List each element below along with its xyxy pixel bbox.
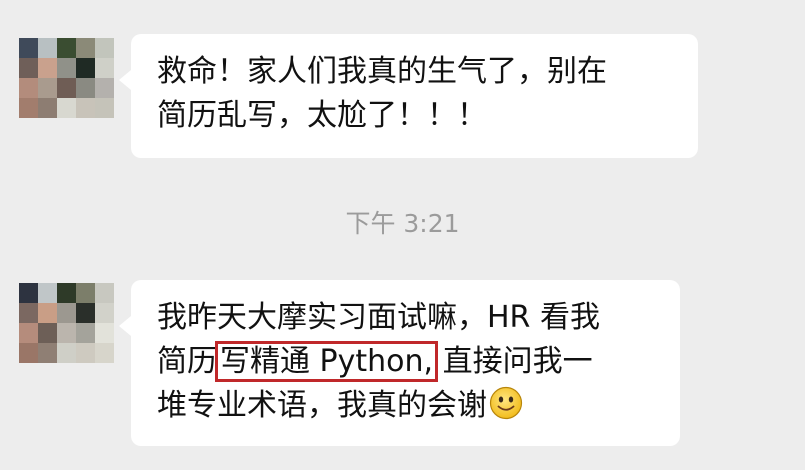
avatar-pixel <box>95 58 114 78</box>
highlighted-text: 写精通 Python, <box>215 341 439 382</box>
avatar-pixel <box>38 58 57 78</box>
avatar-pixel <box>76 303 95 323</box>
message-text-segment: 堆专业术语，我真的会谢 <box>157 388 487 423</box>
avatar-pixel <box>95 323 114 343</box>
avatar[interactable] <box>19 38 114 118</box>
avatar-pixel <box>95 78 114 98</box>
timestamp: 下午 3:21 <box>345 209 460 238</box>
avatar-pixel <box>57 78 76 98</box>
message-text-line: 堆专业术语，我真的会谢 <box>157 384 660 428</box>
avatar-pixel <box>76 323 95 343</box>
avatar-pixel <box>38 38 57 58</box>
avatar-pixel <box>57 38 76 58</box>
avatar-pixel <box>38 98 57 118</box>
avatar-pixel <box>38 78 57 98</box>
avatar-pixel <box>38 283 57 303</box>
avatar-pixel <box>76 78 95 98</box>
avatar-pixel <box>76 283 95 303</box>
avatar-pixel <box>19 38 38 58</box>
avatar-pixel <box>95 38 114 58</box>
avatar-pixel <box>76 98 95 118</box>
avatar-pixel <box>57 343 76 363</box>
avatar[interactable] <box>19 283 114 363</box>
avatar-pixel <box>76 343 95 363</box>
message-text-line: 简历乱写，太尬了！！！ <box>157 98 487 133</box>
avatar-pixel <box>95 343 114 363</box>
avatar-pixel <box>95 283 114 303</box>
avatar-pixel <box>38 323 57 343</box>
avatar-pixel <box>57 98 76 118</box>
message-text-segment: 简历 <box>157 344 217 379</box>
smile-emoji-icon <box>489 386 523 420</box>
avatar-pixel <box>95 98 114 118</box>
message-bubble[interactable]: 救命！家人们我真的生气了，别在 简历乱写，太尬了！！！ <box>119 34 698 158</box>
message-text-line: 我昨天大摩实习面试嘛，HR 看我 <box>157 300 600 335</box>
avatar-pixel <box>19 58 38 78</box>
message-text-line: 简历 写精通 Python, 直接问我一 <box>157 340 660 384</box>
avatar-pixel <box>19 323 38 343</box>
avatar-pixel <box>19 303 38 323</box>
avatar-pixel <box>95 303 114 323</box>
avatar-pixel <box>57 323 76 343</box>
avatar-pixel <box>38 303 57 323</box>
message-text-line: 救命！家人们我真的生气了，别在 <box>157 54 607 89</box>
avatar-pixel <box>19 343 38 363</box>
avatar-pixel <box>76 58 95 78</box>
message-text-segment: 直接问我一 <box>442 344 593 379</box>
avatar-pixel <box>76 38 95 58</box>
avatar-pixel <box>19 78 38 98</box>
message-bubble[interactable]: 我昨天大摩实习面试嘛，HR 看我 简历 写精通 Python, 直接问我一 堆专业… <box>119 280 680 446</box>
avatar-pixel <box>19 283 38 303</box>
avatar-pixel <box>57 283 76 303</box>
avatar-pixel <box>38 343 57 363</box>
avatar-pixel <box>57 58 76 78</box>
avatar-pixel <box>57 303 76 323</box>
avatar-pixel <box>19 98 38 118</box>
